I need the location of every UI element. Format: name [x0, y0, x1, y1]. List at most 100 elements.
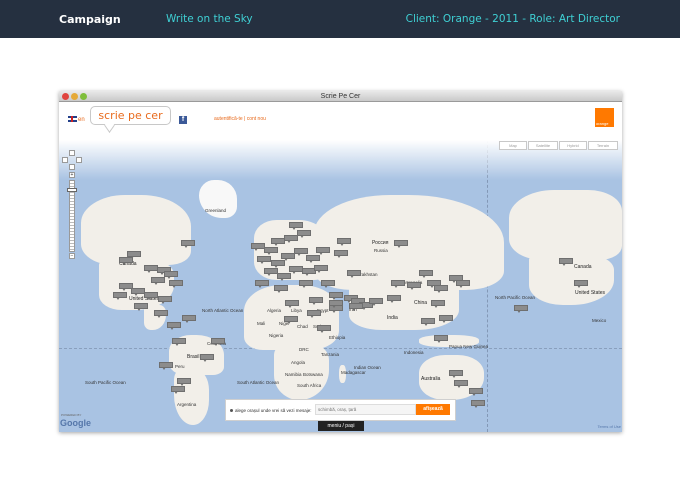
world-map[interactable]: Map Satellite Hybrid Terrain + − Greenla…: [59, 140, 622, 432]
message-marker[interactable]: [271, 238, 285, 246]
message-marker[interactable]: [274, 285, 288, 293]
message-marker[interactable]: [419, 270, 433, 278]
message-marker[interactable]: [182, 315, 196, 323]
message-marker[interactable]: [299, 280, 313, 288]
message-marker[interactable]: [159, 362, 173, 370]
facebook-icon[interactable]: f: [179, 116, 187, 124]
auth-links[interactable]: autentifică-te | cont nou: [214, 116, 266, 122]
message-marker[interactable]: [271, 260, 285, 268]
message-marker[interactable]: [200, 354, 214, 362]
show-button[interactable]: afișează: [416, 404, 450, 415]
message-marker[interactable]: [167, 322, 181, 330]
message-marker[interactable]: [329, 292, 343, 300]
message-marker[interactable]: [154, 310, 168, 318]
portfolio-header: Campaign Write on the Sky Client: Orange…: [0, 0, 680, 38]
message-marker[interactable]: [391, 280, 405, 288]
message-marker[interactable]: [264, 268, 278, 276]
message-marker[interactable]: [281, 253, 295, 261]
orange-logo[interactable]: orange: [595, 108, 614, 127]
message-marker[interactable]: [434, 285, 448, 293]
message-marker[interactable]: [277, 273, 291, 281]
message-marker[interactable]: [317, 325, 331, 333]
message-marker[interactable]: [309, 297, 323, 305]
app-logo[interactable]: scrie pe cer: [90, 106, 171, 125]
message-marker[interactable]: [172, 338, 186, 346]
map-type-terrain[interactable]: Terrain: [588, 141, 618, 150]
terms-link[interactable]: Terms of Use: [597, 424, 621, 429]
message-marker[interactable]: [289, 222, 303, 230]
section-title: Campaign: [59, 13, 121, 26]
menu-steps-button[interactable]: meniu / pași: [318, 421, 364, 431]
message-marker[interactable]: [251, 243, 265, 251]
message-marker[interactable]: [131, 288, 145, 296]
message-marker[interactable]: [294, 248, 308, 256]
label-china: China: [414, 300, 428, 306]
message-marker[interactable]: [449, 370, 463, 378]
message-marker[interactable]: [257, 256, 271, 264]
label-libya: Libya: [291, 308, 302, 313]
message-marker[interactable]: [514, 305, 528, 313]
message-marker[interactable]: [349, 303, 363, 311]
message-marker[interactable]: [574, 280, 588, 288]
message-marker[interactable]: [559, 258, 573, 266]
map-type-map[interactable]: Map: [499, 141, 527, 150]
map-type-hybrid[interactable]: Hybrid: [559, 141, 587, 150]
message-marker[interactable]: [158, 296, 172, 304]
label-indian-ocean: Indian Ocean: [354, 365, 381, 370]
pan-right-icon[interactable]: [76, 157, 82, 163]
message-marker[interactable]: [421, 318, 435, 326]
message-marker[interactable]: [169, 280, 183, 288]
message-marker[interactable]: [469, 388, 483, 396]
message-marker[interactable]: [119, 257, 133, 265]
message-marker[interactable]: [369, 298, 383, 306]
zoom-knob[interactable]: [67, 188, 77, 192]
message-marker[interactable]: [431, 300, 445, 308]
message-marker[interactable]: [471, 400, 485, 408]
message-marker[interactable]: [211, 338, 225, 346]
message-marker[interactable]: [144, 265, 158, 273]
message-marker[interactable]: [307, 310, 321, 318]
message-marker[interactable]: [334, 250, 348, 258]
message-marker[interactable]: [113, 292, 127, 300]
message-marker[interactable]: [164, 271, 178, 279]
message-marker[interactable]: [434, 335, 448, 343]
message-marker[interactable]: [297, 230, 311, 238]
pan-left-icon[interactable]: [62, 157, 68, 163]
message-marker[interactable]: [284, 235, 298, 243]
zoom-control[interactable]: + −: [62, 150, 82, 260]
message-marker[interactable]: [321, 280, 335, 288]
message-marker[interactable]: [454, 380, 468, 388]
message-marker[interactable]: [134, 303, 148, 311]
message-marker[interactable]: [284, 316, 298, 324]
pan-up-icon[interactable]: [69, 150, 75, 156]
message-marker[interactable]: [144, 292, 158, 300]
zoom-in-icon[interactable]: +: [69, 172, 75, 178]
label-north-atlantic: North Atlantic Ocean: [202, 308, 244, 313]
label-madagascar: Madagascar: [341, 370, 366, 375]
message-marker[interactable]: [306, 255, 320, 263]
message-marker[interactable]: [387, 295, 401, 303]
message-marker[interactable]: [394, 240, 408, 248]
zoom-out-icon[interactable]: −: [69, 253, 75, 259]
map-type-satellite[interactable]: Satellite: [528, 141, 558, 150]
pan-down-icon[interactable]: [69, 164, 75, 170]
message-marker[interactable]: [316, 247, 330, 255]
message-marker[interactable]: [407, 282, 421, 290]
message-marker[interactable]: [285, 300, 299, 308]
message-marker[interactable]: [347, 270, 361, 278]
message-marker[interactable]: [314, 265, 328, 273]
message-marker[interactable]: [177, 378, 191, 386]
message-marker[interactable]: [337, 238, 351, 246]
city-search-input[interactable]: [315, 404, 416, 415]
language-switch[interactable]: en: [68, 116, 85, 123]
message-marker[interactable]: [456, 280, 470, 288]
message-marker[interactable]: [264, 247, 278, 255]
message-marker[interactable]: [329, 300, 343, 308]
message-marker[interactable]: [289, 266, 303, 274]
message-marker[interactable]: [171, 386, 185, 394]
label-tanzania: Tanzania: [321, 352, 340, 357]
message-marker[interactable]: [151, 277, 165, 285]
message-marker[interactable]: [255, 280, 269, 288]
message-marker[interactable]: [181, 240, 195, 248]
message-marker[interactable]: [439, 315, 453, 323]
